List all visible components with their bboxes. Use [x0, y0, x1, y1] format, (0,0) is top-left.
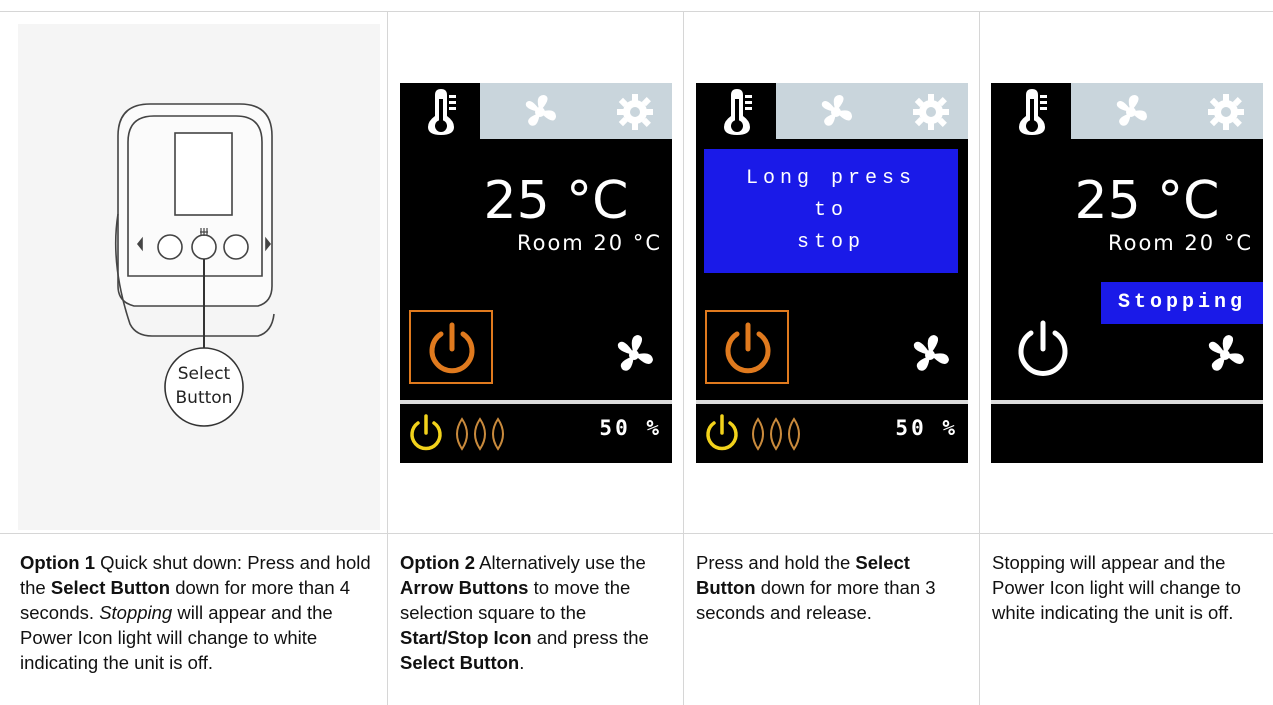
power-percent: 50 %: [895, 416, 958, 440]
message-box: Long press to stop: [704, 149, 958, 273]
caption-3-text-a: Press and hold the: [696, 552, 856, 573]
power-status-icon: [410, 414, 442, 451]
column-divider-3: [979, 11, 980, 705]
caption-2-text-c: and press the: [531, 627, 649, 648]
caption-2-bold-startstop: Start/Stop Icon: [400, 627, 532, 648]
status-divider: [696, 400, 968, 404]
thermometer-icon: [1019, 89, 1047, 135]
callout-label-line2: Button: [175, 388, 233, 408]
power-status-icon: [706, 414, 738, 451]
room-temperature: Room 20 °C: [1107, 231, 1253, 255]
fan-mode-icon: [913, 335, 949, 371]
caption-1-bold-select: Select Button: [50, 577, 171, 598]
caption-step-3: Press and hold the Select Button down fo…: [696, 550, 966, 625]
message-line-1: Long press: [745, 167, 917, 190]
caption-1-italic-stopping: Stopping: [99, 602, 173, 623]
callout-label-line1: Select: [177, 364, 231, 384]
device-illustration-panel: Select Button: [18, 24, 380, 530]
set-temperature: 25 °C: [1074, 171, 1220, 231]
display-screen-2: Long press to stop 50 %: [696, 83, 968, 463]
fan-icon: [1116, 95, 1147, 126]
caption-4-text: Stopping will appear and the Power Icon …: [992, 552, 1241, 623]
thermometer-icon: [428, 89, 456, 135]
caption-2-bold-arrow: Arrow Buttons: [400, 577, 529, 598]
stopping-status: Stopping: [1101, 282, 1263, 324]
message-line-3: stop: [796, 231, 865, 254]
power-icon: [725, 322, 771, 374]
column-divider-1: [387, 11, 388, 705]
fan-icon: [821, 95, 852, 126]
room-temperature: Room 20 °C: [516, 231, 662, 255]
gear-icon: [913, 94, 949, 130]
flame-icon: [456, 417, 504, 451]
display-screen-1: 25 °C Room 20 °C 50 %: [400, 83, 672, 463]
fan-icon: [525, 95, 556, 126]
column-divider-2: [683, 11, 684, 705]
caption-2-bold-select: Select Button: [400, 652, 520, 673]
fan-mode-icon: [617, 335, 653, 371]
power-percent: 50 %: [599, 416, 662, 440]
caption-2-heading: Option 2: [400, 552, 476, 573]
caption-option-1: Option 1 Quick shut down: Press and hold…: [20, 550, 380, 675]
status-divider: [400, 400, 672, 404]
caption-1-heading: Option 1: [20, 552, 96, 573]
power-icon: [429, 322, 475, 374]
thermostat-device-drawing: [114, 103, 275, 427]
display-screen-3: 25 °C Room 20 °C Stopping: [991, 83, 1263, 463]
status-divider: [991, 400, 1263, 404]
gear-icon: [1208, 94, 1244, 130]
thermometer-icon: [724, 89, 752, 135]
table-row-divider: [0, 533, 1273, 534]
caption-option-2: Option 2 Alternatively use the Arrow But…: [400, 550, 670, 675]
caption-step-4: Stopping will appear and the Power Icon …: [992, 550, 1264, 625]
power-icon: [1018, 320, 1068, 376]
caption-2-text-d: .: [519, 652, 525, 673]
gear-icon: [617, 94, 653, 130]
message-line-2: to: [813, 199, 848, 222]
table-top-border: [0, 11, 1273, 12]
fan-mode-icon: [1208, 335, 1244, 371]
flame-icon: [752, 417, 800, 451]
set-temperature: 25 °C: [483, 171, 629, 231]
caption-2-text-a: Alternatively use the: [475, 552, 646, 573]
